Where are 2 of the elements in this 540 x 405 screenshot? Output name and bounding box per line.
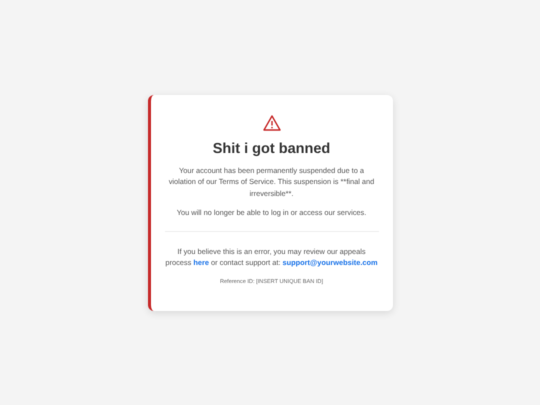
ban-title: Shit i got banned (212, 140, 330, 156)
warning-icon (262, 114, 280, 130)
